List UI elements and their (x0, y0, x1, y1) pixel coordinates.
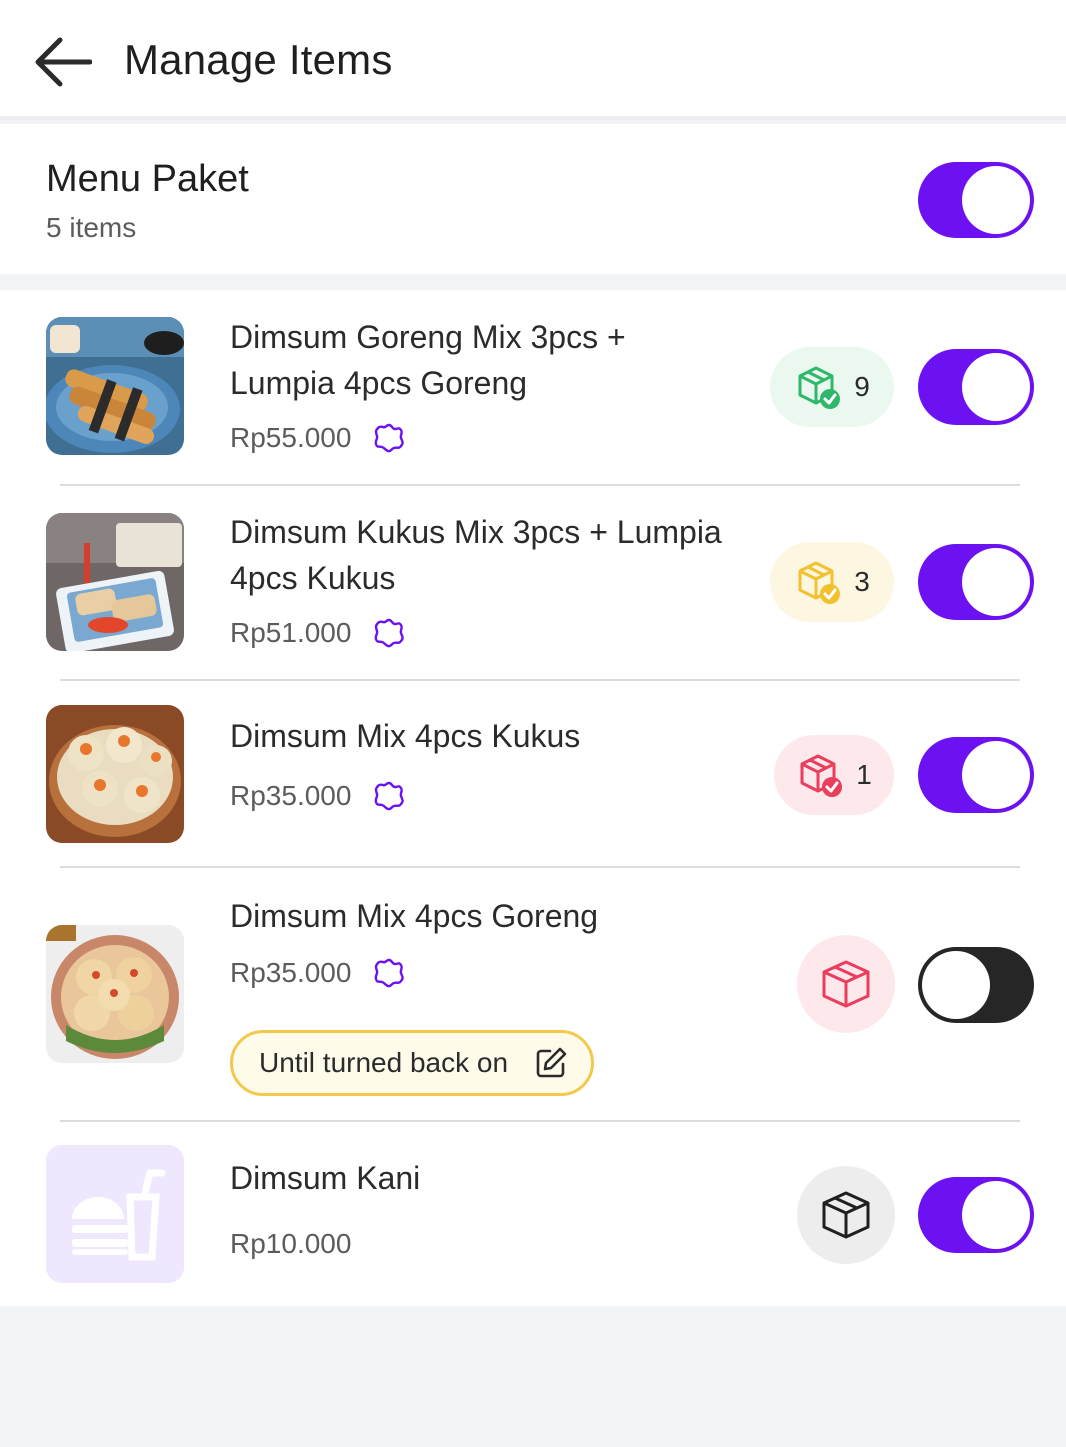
item-name: Dimsum Mix 4pcs Kukus (230, 713, 750, 759)
list-item[interactable]: Dimsum Kukus Mix 3pcs + Lumpia 4pcs Kuku… (0, 486, 1066, 681)
item-toggle[interactable] (918, 737, 1034, 813)
stock-badge-out[interactable] (797, 935, 895, 1033)
item-price-row: Rp10.000 (230, 1228, 351, 1260)
item-name-line: 4pcs Kukus (230, 560, 396, 596)
item-price-row: Rp35.000 (230, 780, 405, 812)
item-photo (46, 317, 184, 455)
item-photo (46, 705, 184, 843)
food-icon (46, 1145, 184, 1283)
item-photo-placeholder (46, 1145, 184, 1283)
box-icon (822, 960, 870, 1008)
item-name-line: Dimsum Kukus Mix 3pcs + Lumpia (230, 514, 722, 550)
off-duration-label: Until turned back on (259, 1047, 509, 1078)
item-price: Rp35.000 (230, 780, 352, 811)
stock-badge[interactable]: 3 (770, 542, 894, 622)
stock-count: 3 (854, 566, 870, 597)
box-icon (822, 1191, 870, 1239)
item-price-row: Rp55.000 (230, 422, 405, 454)
item-price: Rp51.000 (230, 617, 352, 648)
stock-count: 1 (856, 759, 872, 790)
variant-icon (375, 958, 405, 988)
back-button[interactable] (28, 28, 96, 96)
item-toggle[interactable] (918, 349, 1034, 425)
category-title: Menu Paket (46, 158, 249, 200)
item-name-line: Dimsum Goreng Mix 3pcs + (230, 319, 626, 355)
arrow-left-icon (35, 37, 92, 87)
page-title: Manage Items (124, 36, 393, 83)
variant-icon (375, 423, 405, 453)
item-price-row: Rp51.000 (230, 617, 405, 649)
app-header: Manage Items (0, 0, 1066, 120)
item-price: Rp10.000 (230, 1228, 352, 1259)
item-name-line: Lumpia 4pcs Goreng (230, 365, 528, 401)
item-name: Dimsum Goreng Mix 3pcs + Lumpia 4pcs Gor… (230, 314, 750, 406)
item-name: Dimsum Kani (230, 1155, 750, 1201)
item-photo (46, 925, 184, 1063)
item-toggle[interactable] (918, 1177, 1034, 1253)
item-list: Dimsum Goreng Mix 3pcs + Lumpia 4pcs Gor… (0, 290, 1066, 1306)
variant-icon (375, 781, 405, 811)
list-item[interactable]: Dimsum Goreng Mix 3pcs + Lumpia 4pcs Gor… (0, 290, 1066, 486)
variant-icon (375, 618, 405, 648)
box-alert-icon (800, 754, 843, 797)
toggle-knob (962, 741, 1030, 809)
item-name: Dimsum Mix 4pcs Goreng (230, 893, 750, 939)
list-item[interactable]: Dimsum Mix 4pcs Kukus Rp35.000 1 (0, 680, 1066, 868)
item-name-line: Dimsum Kani (230, 1160, 421, 1196)
item-name-line: Dimsum Mix 4pcs Kukus (230, 718, 581, 754)
edit-icon (536, 1047, 567, 1078)
list-item[interactable]: Dimsum Kani Rp10.000 (0, 1122, 1066, 1306)
item-toggle[interactable] (918, 544, 1034, 620)
item-price: Rp35.000 (230, 957, 352, 988)
item-price: Rp55.000 (230, 422, 352, 453)
item-name-line: Dimsum Mix 4pcs Goreng (230, 898, 599, 934)
box-check-icon (798, 366, 841, 409)
item-name: Dimsum Kukus Mix 3pcs + Lumpia 4pcs Kuku… (230, 509, 750, 601)
toggle-knob (962, 1181, 1030, 1249)
item-price-row: Rp35.000 (230, 957, 405, 989)
box-warning-icon (798, 561, 841, 604)
list-item[interactable]: Dimsum Mix 4pcs Goreng Rp35.000 Until tu… (0, 868, 1066, 1122)
stock-badge-untracked[interactable] (797, 1166, 895, 1264)
stock-badge[interactable]: 9 (770, 347, 894, 427)
item-photo (46, 513, 184, 651)
category-toggle[interactable] (918, 162, 1034, 238)
toggle-knob (962, 548, 1030, 616)
stock-count: 9 (854, 371, 870, 402)
toggle-knob (962, 166, 1030, 234)
category-header: Menu Paket 5 items (0, 124, 1066, 274)
category-item-count: 5 items (46, 212, 137, 243)
stock-badge[interactable]: 1 (774, 735, 894, 815)
until-turned-back-on-pill[interactable]: Until turned back on (230, 1030, 594, 1096)
toggle-knob (962, 353, 1030, 421)
toggle-knob (922, 951, 990, 1019)
item-toggle[interactable] (918, 947, 1034, 1023)
